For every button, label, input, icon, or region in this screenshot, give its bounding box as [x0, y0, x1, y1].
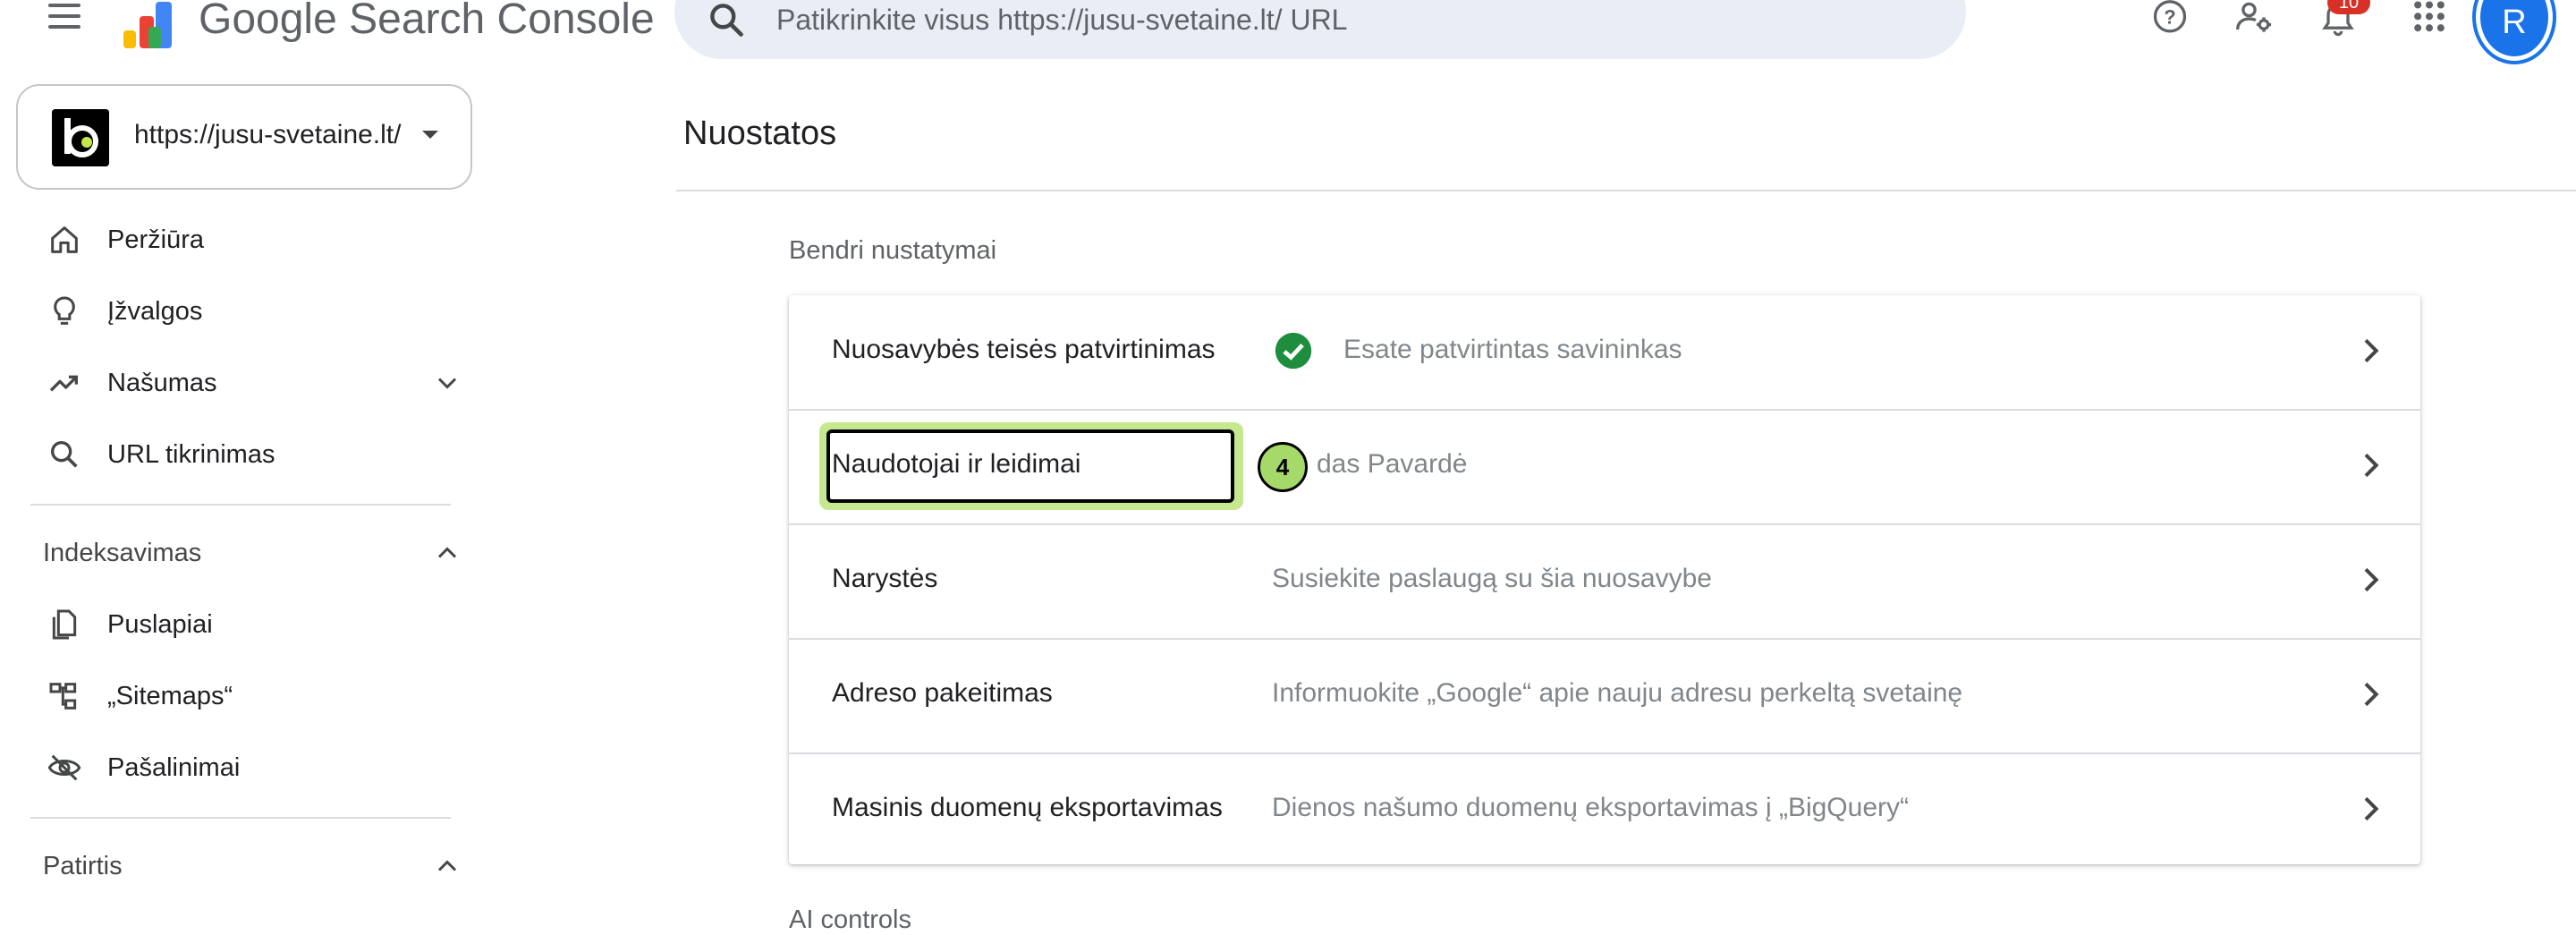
row-value: Dienos našumo duomenų eksportavimas į „B… — [1272, 793, 1909, 822]
row-value: Esate patvirtintas savininkas — [1343, 335, 1682, 364]
sidebar-item-sitemaps[interactable]: „Sitemaps“ — [43, 671, 463, 721]
row-title: Nuosavybės teisės patvirtinimas — [832, 335, 1216, 364]
section-label: Indeksavimas — [43, 539, 202, 567]
row-title: Naudotojai ir leidimai — [832, 449, 1081, 479]
chevron-down-icon[interactable] — [431, 367, 463, 399]
brand-title[interactable]: Google Search Console — [199, 0, 655, 44]
row-title: Adreso pakeitimas — [832, 678, 1053, 708]
settings-row-change-of-address[interactable]: Adreso pakeitimas Informuokite „Google“ … — [789, 639, 2420, 754]
apps-grid-icon[interactable] — [2408, 0, 2451, 39]
row-value: das Pavardė — [1317, 449, 1468, 479]
sidebar-item-label: Puslapiai — [107, 610, 213, 639]
section-label: Patirtis — [43, 852, 123, 880]
search-icon[interactable] — [707, 0, 746, 39]
page-title: Nuostatos — [683, 115, 837, 152]
sidebar-divider — [30, 817, 451, 819]
chevron-right-icon — [2364, 796, 2379, 821]
dropdown-caret-icon — [422, 131, 438, 139]
sitemap-icon — [49, 683, 77, 710]
sidebar-item-label: Našumas — [107, 369, 217, 397]
chevron-up-icon[interactable] — [431, 537, 463, 569]
chevron-right-icon — [2364, 567, 2379, 592]
settings-row-associations[interactable]: Narystės Susiekite paslaugą su šia nuosa… — [789, 524, 2420, 640]
top-app-bar: Google Search Console ? 10 R — [0, 0, 2576, 66]
sidebar-item-overview[interactable]: Peržiūra — [43, 215, 463, 265]
row-value: Informuokite „Google“ apie nauju adresu … — [1272, 678, 1963, 708]
chevron-right-icon — [2364, 682, 2379, 707]
settings-row-bulk-data-export[interactable]: Masinis duomenų eksportavimas Dienos naš… — [789, 753, 2420, 867]
manage-users-icon[interactable] — [2233, 0, 2275, 39]
property-url: https://jusu-svetaine.lt/ — [134, 120, 402, 149]
sidebar-section-indexing[interactable]: Indeksavimas — [43, 528, 463, 578]
help-icon[interactable]: ? — [2148, 0, 2191, 39]
sidebar-section-experience[interactable]: Patirtis — [43, 841, 463, 891]
search-console-logo-icon[interactable] — [122, 0, 181, 50]
chevron-right-icon — [2364, 338, 2379, 363]
pages-icon — [52, 609, 77, 640]
chevron-right-icon — [2364, 453, 2379, 478]
sidebar-item-label: „Sitemaps“ — [107, 682, 233, 710]
row-title: Narystės — [832, 564, 938, 593]
row-title: Masinis duomenų eksportavimas — [832, 793, 1223, 822]
search-input[interactable] — [776, 0, 1921, 39]
url-inspection-search[interactable] — [674, 0, 1966, 59]
settings-row-ownership-verification[interactable]: Nuosavybės teisės patvirtinimas Esate pa… — [789, 295, 2420, 411]
settings-row-users-permissions[interactable]: Naudotojai ir leidimai das Pavardė 4 — [789, 410, 2420, 525]
header-divider — [676, 190, 2576, 191]
sidebar-item-label: Peržiūra — [107, 225, 204, 254]
sidebar-item-removals[interactable]: Pašalinimai — [43, 743, 463, 793]
svg-text:?: ? — [2164, 6, 2175, 29]
search-icon — [51, 441, 78, 468]
settings-card: Nuosavybės teisės patvirtinimas Esate pa… — [789, 295, 2420, 864]
sidebar-item-label: Pašalinimai — [107, 753, 241, 782]
group-heading: Bendri nustatymai — [789, 236, 997, 265]
step-number-badge: 4 — [1258, 442, 1308, 492]
menu-icon[interactable] — [45, 0, 86, 30]
sidebar-item-insights[interactable]: Įžvalgos — [43, 286, 463, 336]
lightbulb-icon — [54, 296, 75, 325]
sidebar-divider — [30, 504, 451, 506]
verified-check-icon — [1275, 332, 1312, 370]
sidebar-item-url-inspection[interactable]: URL tikrinimas — [43, 429, 463, 480]
visibility-off-icon — [47, 754, 81, 781]
sidebar-item-label: Įžvalgos — [107, 297, 203, 326]
account-avatar[interactable]: R — [2476, 0, 2553, 61]
notifications-count-badge: 10 — [2327, 0, 2370, 14]
property-favicon — [52, 109, 109, 166]
trending-up-icon — [49, 375, 78, 392]
row-value: Susiekite paslaugą su šia nuosavybe — [1272, 564, 1712, 593]
chevron-up-icon[interactable] — [431, 850, 463, 882]
home-icon — [51, 226, 78, 253]
sidebar-item-pages[interactable]: Puslapiai — [43, 599, 463, 650]
sidebar-item-performance[interactable]: Našumas — [43, 358, 463, 408]
property-selector[interactable]: https://jusu-svetaine.lt/ — [16, 84, 472, 190]
group-heading-ai-controls: AI controls — [789, 905, 911, 934]
sidebar-item-label: URL tikrinimas — [107, 440, 275, 469]
